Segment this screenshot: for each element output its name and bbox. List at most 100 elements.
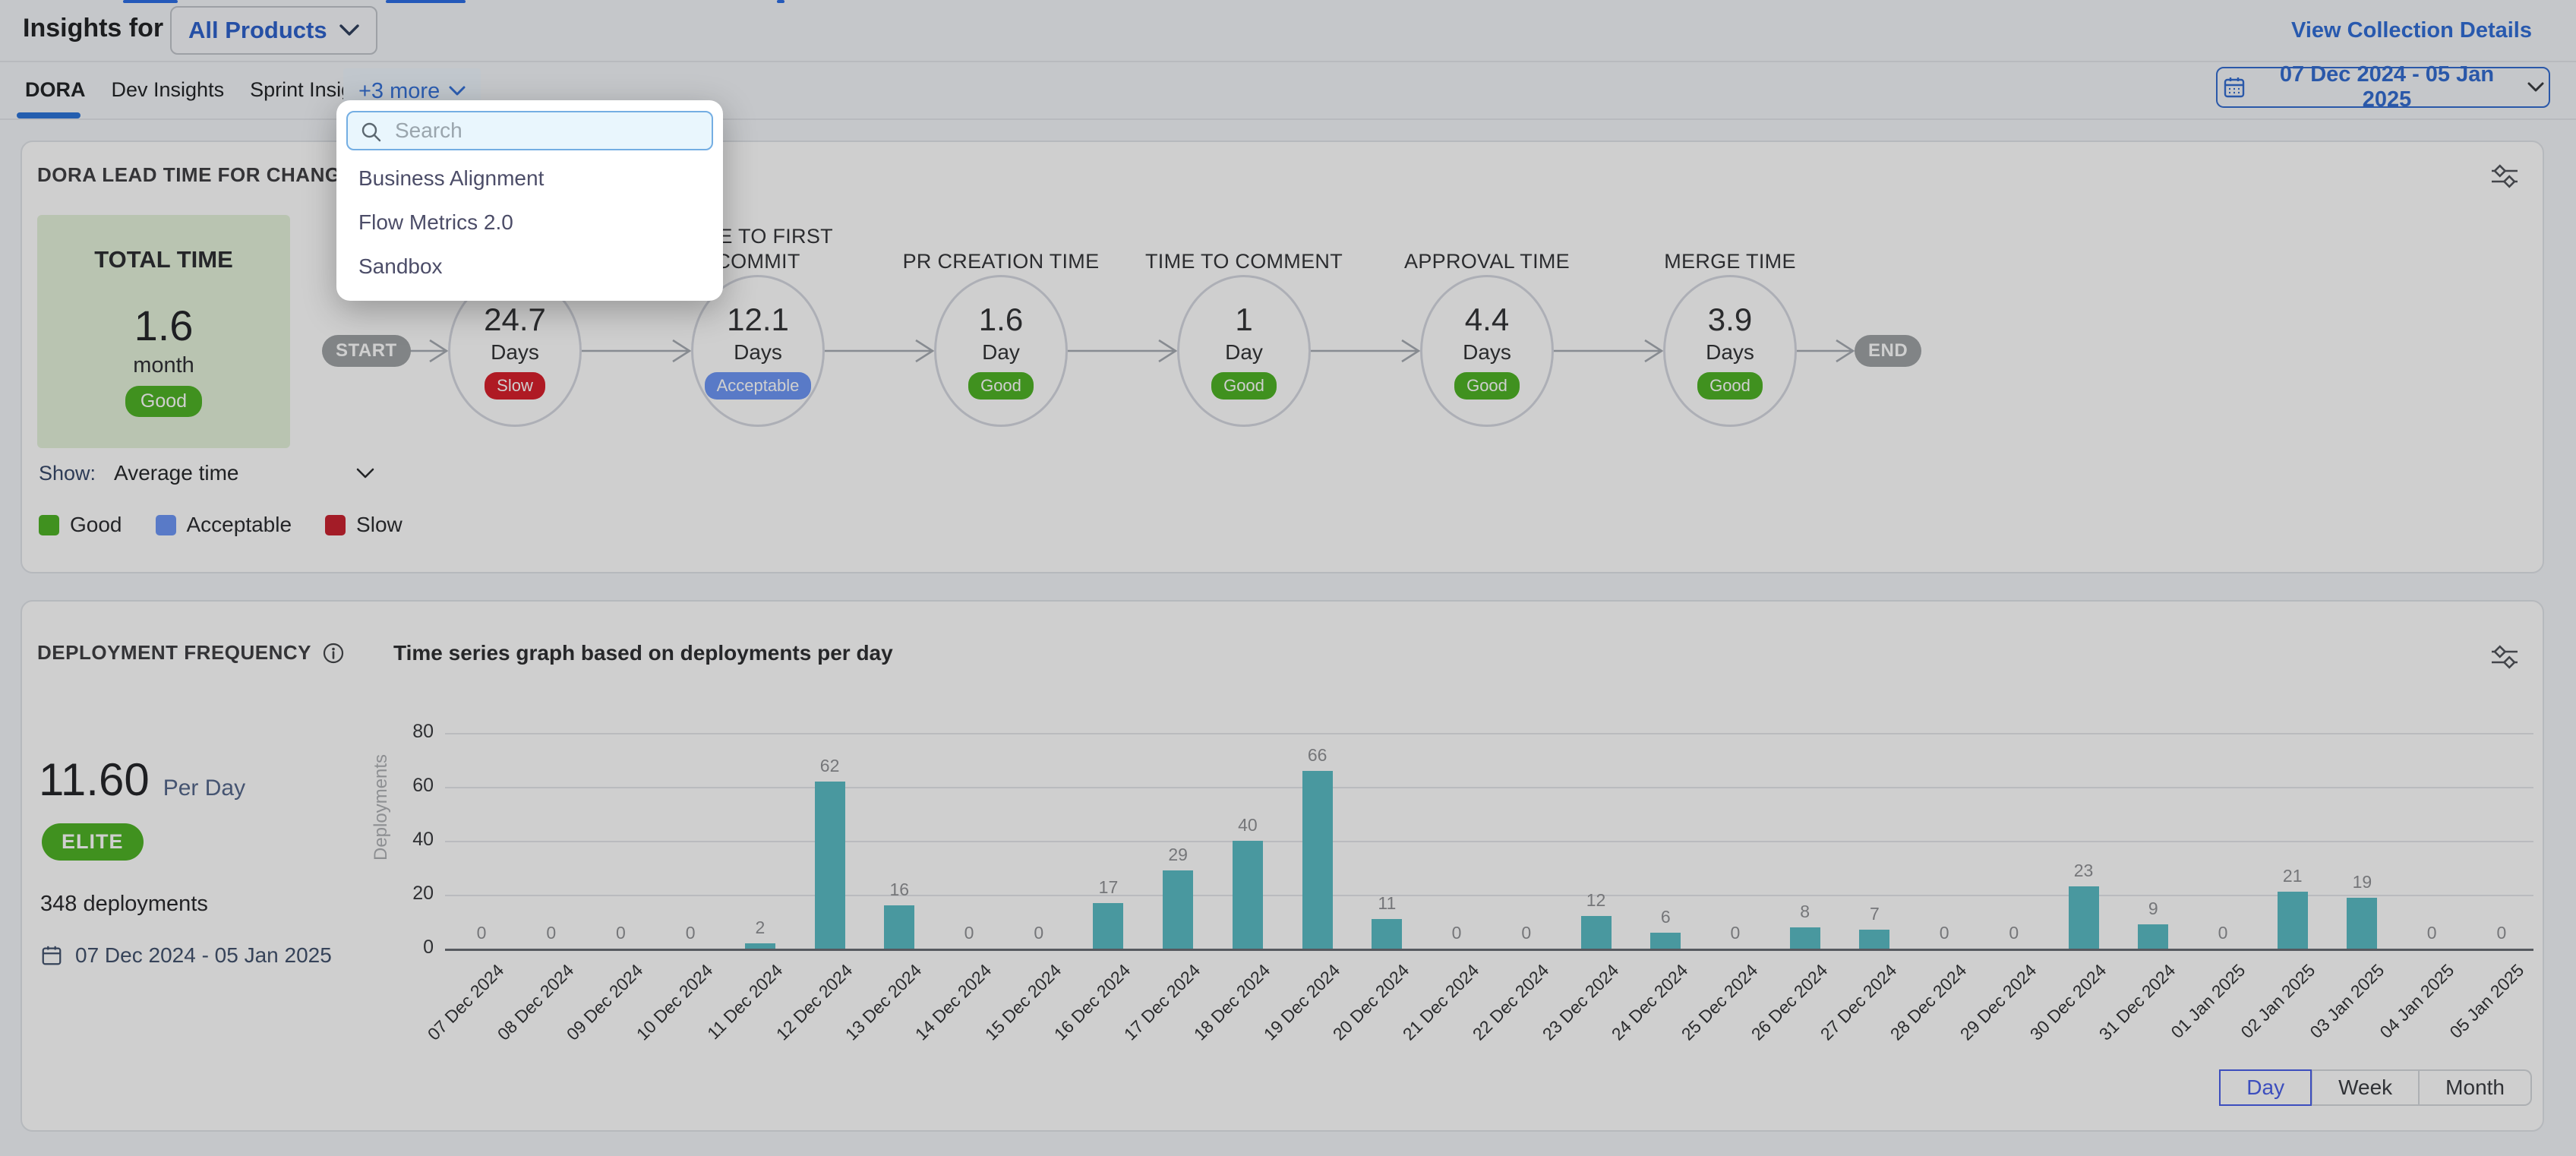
y-tick-label: 20 — [373, 883, 434, 905]
bar-value-label: 21 — [2262, 866, 2323, 886]
stage-label: PR CREATION TIME — [898, 199, 1103, 275]
bar-value-label: 0 — [1984, 923, 2044, 943]
y-tick-label: 40 — [373, 829, 434, 851]
y-tick-label: 80 — [373, 721, 434, 743]
legend-swatch — [325, 515, 346, 535]
clipped-header-sliver — [123, 0, 178, 3]
deployment-bar[interactable] — [1302, 771, 1333, 949]
deployment-bar[interactable] — [2138, 924, 2168, 949]
x-tick-label: 31 Dec 2024 — [2058, 960, 2180, 1082]
deployment-bar[interactable] — [1650, 933, 1681, 949]
legend-swatch — [156, 515, 176, 535]
lead-time-stage: APPROVAL TIME 4.4 Days Good — [1420, 199, 1554, 427]
x-axis-line — [445, 949, 2533, 951]
bar-value-label: 2 — [730, 918, 791, 938]
flow-end-pill: END — [1855, 335, 1921, 367]
stage-status-badge: Slow — [485, 372, 545, 400]
deployment-bar[interactable] — [1581, 916, 1612, 949]
show-selector-row[interactable]: Show: Average time — [39, 461, 374, 485]
page-title: Insights for — [23, 14, 163, 43]
deployment-bar[interactable] — [884, 905, 914, 949]
dropdown-item-list: Business Alignment Flow Metrics 2.0 Sand… — [346, 156, 713, 289]
stage-unit: Days — [1706, 340, 1754, 365]
deployment-bar[interactable] — [1859, 930, 1889, 949]
bar-value-label: 0 — [2401, 923, 2462, 943]
clipped-header-sliver — [777, 0, 784, 3]
deployment-bar[interactable] — [745, 943, 775, 949]
stage-node[interactable]: 3.9 Days Good — [1663, 275, 1797, 427]
chevron-down-icon — [449, 86, 466, 96]
header-divider — [0, 61, 2576, 62]
gridline — [445, 733, 2533, 734]
stage-value: 1 — [1235, 302, 1252, 337]
calendar-icon — [2222, 75, 2246, 99]
deployment-bar[interactable] — [1233, 841, 1263, 949]
dropdown-menu-item[interactable]: Flow Metrics 2.0 — [346, 201, 713, 245]
dropdown-menu-item[interactable]: Business Alignment — [346, 156, 713, 201]
legend-label: Good — [70, 513, 122, 537]
clipped-header-sliver — [386, 0, 466, 3]
show-label: Show: — [39, 462, 96, 485]
date-range-picker[interactable]: 07 Dec 2024 - 05 Jan 2025 — [2216, 67, 2550, 108]
deployment-bar[interactable] — [1163, 870, 1193, 949]
bar-value-label: 17 — [1078, 877, 1138, 898]
bar-value-label: 9 — [2123, 899, 2183, 919]
legend-item: Slow — [325, 513, 402, 537]
bar-value-label: 0 — [1426, 923, 1487, 943]
stage-node[interactable]: 1 Day Good — [1177, 275, 1311, 427]
stage-status-badge: Good — [1697, 372, 1763, 400]
bar-value-label: 0 — [1496, 923, 1557, 943]
dropdown-search-box — [346, 111, 713, 150]
stage-status-badge: Acceptable — [705, 372, 812, 400]
stage-value: 12.1 — [727, 302, 789, 337]
deployment-bar[interactable] — [815, 782, 845, 949]
dropdown-search-input[interactable] — [348, 118, 712, 143]
granularity-option[interactable]: Month — [2419, 1069, 2532, 1106]
status-legend: Good Acceptable Slow — [39, 513, 402, 537]
dropdown-menu-item[interactable]: Sandbox — [346, 245, 713, 289]
deployment-bar[interactable] — [1372, 919, 1402, 949]
stage-node[interactable]: 4.4 Days Good — [1420, 275, 1554, 427]
more-tabs-dropdown: Business Alignment Flow Metrics 2.0 Sand… — [336, 100, 723, 301]
bar-value-label: 0 — [1914, 923, 1975, 943]
lead-time-stage: TIME TO COMMENT 1 Day Good — [1177, 199, 1311, 427]
stage-node[interactable]: 1.6 Day Good — [934, 275, 1068, 427]
stage-value: 1.6 — [979, 302, 1023, 337]
deployment-bar[interactable] — [1093, 903, 1123, 949]
granularity-option[interactable]: Day — [2219, 1069, 2312, 1106]
lead-time-stage: MERGE TIME 3.9 Days Good — [1663, 199, 1797, 427]
collection-selector-label: All Products — [188, 17, 327, 44]
gridline — [445, 787, 2533, 788]
collection-selector-button[interactable]: All Products — [170, 6, 377, 55]
legend-swatch — [39, 515, 59, 535]
deployment-bar[interactable] — [2278, 892, 2308, 949]
date-range-label: 07 Dec 2024 - 05 Jan 2025 — [2259, 62, 2515, 112]
granularity-toggle: Day Week Month — [2219, 1069, 2532, 1106]
bar-value-label: 0 — [939, 923, 999, 943]
stage-label: APPROVAL TIME — [1384, 199, 1589, 275]
insight-tab[interactable]: Dev Insights — [112, 78, 225, 102]
insight-tab[interactable]: DORA — [25, 78, 86, 102]
gridline — [445, 841, 2533, 842]
deployment-bar[interactable] — [1790, 927, 1820, 949]
stage-value: 3.9 — [1708, 302, 1752, 337]
bar-value-label: 29 — [1148, 845, 1208, 865]
insights-tab-bar: DORA Dev Insights Sprint Insights — [25, 65, 380, 114]
flow-start-pill: START — [322, 335, 411, 367]
stage-status-badge: Good — [968, 372, 1034, 400]
view-collection-details-link[interactable]: View Collection Details — [2291, 18, 2532, 43]
deployment-bar[interactable] — [2069, 886, 2099, 949]
stage-unit: Days — [491, 340, 539, 365]
y-tick-label: 60 — [373, 775, 434, 797]
y-tick-label: 0 — [373, 936, 434, 959]
search-icon — [360, 121, 383, 144]
gridline — [445, 895, 2533, 896]
lead-time-stage: PR CREATION TIME 1.6 Day Good — [934, 199, 1068, 427]
granularity-option[interactable]: Week — [2312, 1069, 2419, 1106]
deployment-bar[interactable] — [2347, 898, 2377, 949]
bar-value-label: 8 — [1775, 902, 1836, 922]
chevron-down-icon — [356, 468, 374, 479]
stage-unit: Day — [982, 340, 1020, 365]
stage-unit: Day — [1225, 340, 1263, 365]
x-tick-label: 24 Dec 2024 — [1571, 960, 1693, 1082]
